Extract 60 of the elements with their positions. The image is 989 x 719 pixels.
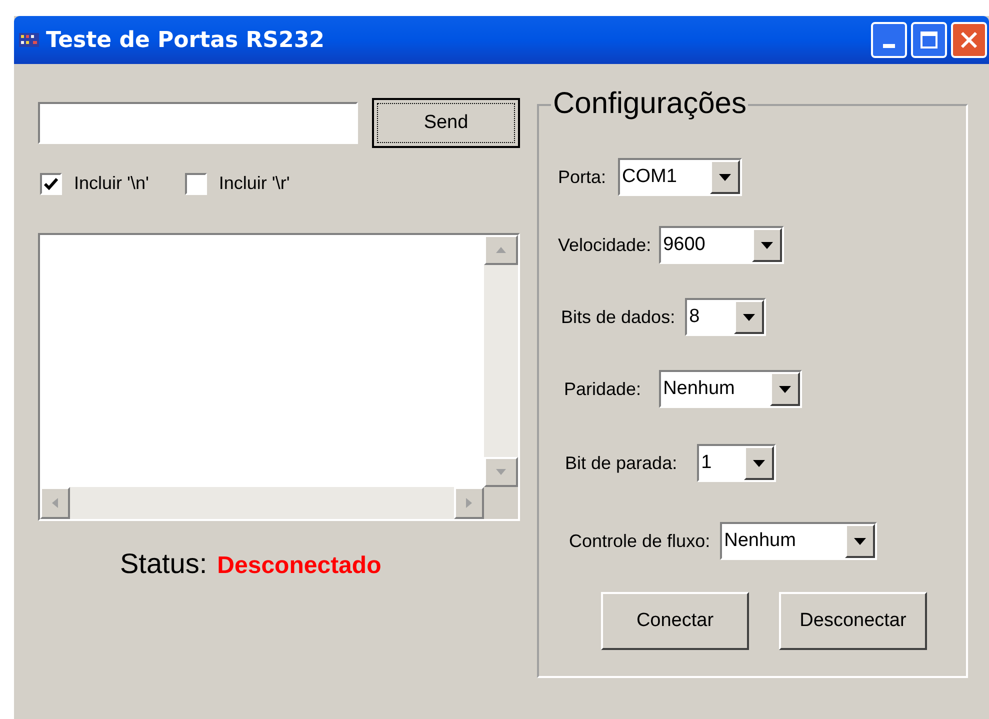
field-label: Bit de parada: [565,452,678,475]
dropdown[interactable]: Nenhum [720,522,878,560]
dropdown-button[interactable] [770,372,800,406]
dropdown-value: Nenhum [723,528,797,553]
checkbox-label: Incluir '\n' [74,172,149,195]
window-title: Teste de Portas RS232 [46,26,324,54]
dropdown-value: 9600 [662,232,706,257]
vertical-scrollbar[interactable] [484,235,518,487]
horizontal-scrollbar[interactable] [40,487,484,519]
checkbox[interactable] [184,172,207,194]
scroll-right-button[interactable] [454,487,484,519]
caret-icon [761,242,774,248]
down-arrow-icon [496,469,506,475]
scrollbar-corner [484,487,518,519]
caret-icon [719,174,732,180]
up-arrow-icon [496,247,506,253]
right-arrow-icon [466,498,472,508]
field-label: Controle de fluxo: [569,530,710,552]
field-label: Porta: [558,166,606,188]
maximize-button[interactable] [911,22,947,58]
scroll-down-button[interactable] [484,457,518,487]
caret-icon [753,460,766,466]
checkbox[interactable] [40,172,62,194]
dropdown-value: COM1 [621,164,678,189]
dropdown-value: 8 [688,304,701,329]
send-button[interactable]: Send [372,98,520,148]
minimize-icon [883,44,895,48]
dropdown-value: 1 [700,450,713,475]
field-label: Paridade: [564,378,642,400]
field-label: Bits de dados: [561,306,676,328]
dropdown[interactable]: Nenhum [659,370,802,408]
status-value: Desconectado [217,551,382,581]
status-label: Status: [120,547,208,581]
app-icon [18,31,40,49]
dropdown-button[interactable] [744,446,774,480]
action-button[interactable]: Desconectar [779,592,927,650]
maximize-icon [920,31,938,49]
close-icon [960,31,978,49]
dropdown[interactable]: 8 [685,298,766,336]
dropdown-button[interactable] [710,160,740,194]
dropdown[interactable]: COM1 [618,158,742,196]
dropdown-button[interactable] [752,228,782,262]
dropdown-button[interactable] [734,300,764,334]
caret-icon [779,386,792,392]
scroll-up-button[interactable] [484,235,518,265]
check-icon [44,178,58,190]
checkbox-label: Incluir '\r' [218,172,290,195]
field-label: Velocidade: [558,234,652,256]
caret-icon [854,538,866,544]
action-button[interactable]: Conectar [601,592,749,650]
message-field[interactable] [38,102,358,144]
dropdown[interactable]: 9600 [659,226,784,264]
dropdown-button[interactable] [845,524,876,558]
close-button[interactable] [951,22,987,58]
dropdown[interactable]: 1 [697,444,776,482]
left-arrow-icon [52,498,58,508]
minimize-button[interactable] [871,22,907,58]
dropdown-value: Nenhum [662,376,736,401]
caret-icon [743,314,756,320]
scroll-left-button[interactable] [40,487,70,519]
